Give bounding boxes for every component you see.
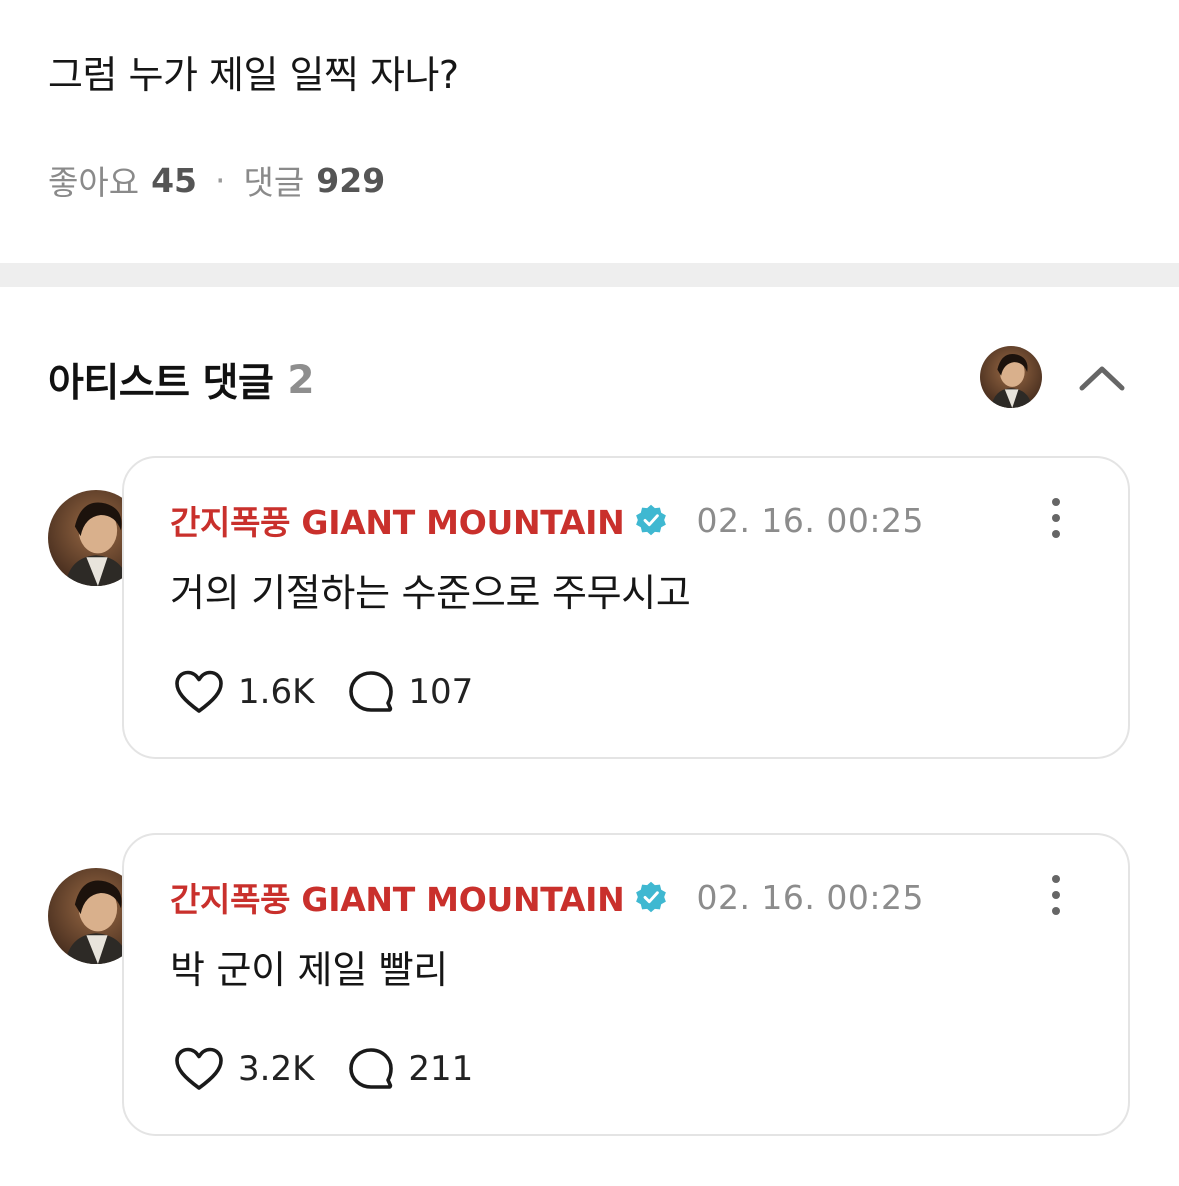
comment-bubble-icon xyxy=(349,671,394,712)
more-dot-icon xyxy=(1052,530,1060,538)
artist-comments-count: 2 xyxy=(287,357,314,403)
more-dot-icon xyxy=(1052,498,1060,506)
chevron-up-icon xyxy=(1079,366,1125,391)
post-stats: 좋아요 45 · 댓글 929 xyxy=(48,156,385,204)
more-dot-icon xyxy=(1052,875,1060,883)
like-button[interactable]: 1.6K xyxy=(174,670,314,714)
like-count: 3.2K xyxy=(238,1049,315,1089)
verified-badge-icon xyxy=(636,881,667,913)
comments-count[interactable]: 929 xyxy=(316,161,385,200)
comment-card: 간지폭풍 GIANT MOUNTAIN 02. 16. 00:25 거의 기절하… xyxy=(122,456,1130,759)
comment-actions: 1.6K 107 xyxy=(174,670,473,714)
likes-label[interactable]: 좋아요 xyxy=(48,156,139,204)
comment-card: 간지폭풍 GIANT MOUNTAIN 02. 16. 00:25 박 군이 제… xyxy=(122,833,1130,1136)
avatar-image xyxy=(980,346,1042,408)
comment-actions: 3.2K 211 xyxy=(174,1047,473,1091)
comment-author-name[interactable]: 간지폭풍 GIANT MOUNTAIN xyxy=(170,496,625,544)
comment-text: 거의 기절하는 수준으로 주무시고 xyxy=(170,571,691,615)
post-text: 그럼 누가 제일 일찍 자나? xyxy=(48,53,459,97)
artist-avatar[interactable] xyxy=(980,346,1042,408)
comment-timestamp: 02. 16. 00:25 xyxy=(696,877,924,917)
heart-icon xyxy=(175,670,223,713)
more-dot-icon xyxy=(1052,514,1060,522)
more-dot-icon xyxy=(1052,891,1060,899)
reply-button[interactable]: 107 xyxy=(348,670,473,714)
like-button[interactable]: 3.2K xyxy=(174,1047,314,1091)
artist-comments-header: 아티스트 댓글 2 xyxy=(48,352,314,408)
more-dot-icon xyxy=(1052,907,1060,915)
reply-count: 211 xyxy=(408,1049,474,1089)
comment-meta: 간지폭풍 GIANT MOUNTAIN 02. 16. 00:25 xyxy=(170,496,924,544)
verified-badge-icon xyxy=(636,504,667,536)
more-options-button[interactable] xyxy=(1046,498,1066,538)
comment-timestamp: 02. 16. 00:25 xyxy=(696,500,924,540)
reply-button[interactable]: 211 xyxy=(348,1047,473,1091)
comment-bubble-icon xyxy=(349,1048,394,1089)
comment-text: 박 군이 제일 빨리 xyxy=(170,948,448,992)
comment-meta: 간지폭풍 GIANT MOUNTAIN 02. 16. 00:25 xyxy=(170,873,924,921)
like-count: 1.6K xyxy=(238,672,315,712)
heart-icon xyxy=(175,1047,223,1090)
likes-count[interactable]: 45 xyxy=(151,161,197,200)
comment-author-name[interactable]: 간지폭풍 GIANT MOUNTAIN xyxy=(170,873,625,921)
comments-label[interactable]: 댓글 xyxy=(244,156,305,204)
section-divider xyxy=(0,263,1179,287)
stats-separator: · xyxy=(215,160,226,200)
more-options-button[interactable] xyxy=(1046,875,1066,915)
reply-count: 107 xyxy=(408,672,474,712)
collapse-button[interactable] xyxy=(1072,350,1132,406)
artist-comments-title: 아티스트 댓글 xyxy=(48,361,274,406)
